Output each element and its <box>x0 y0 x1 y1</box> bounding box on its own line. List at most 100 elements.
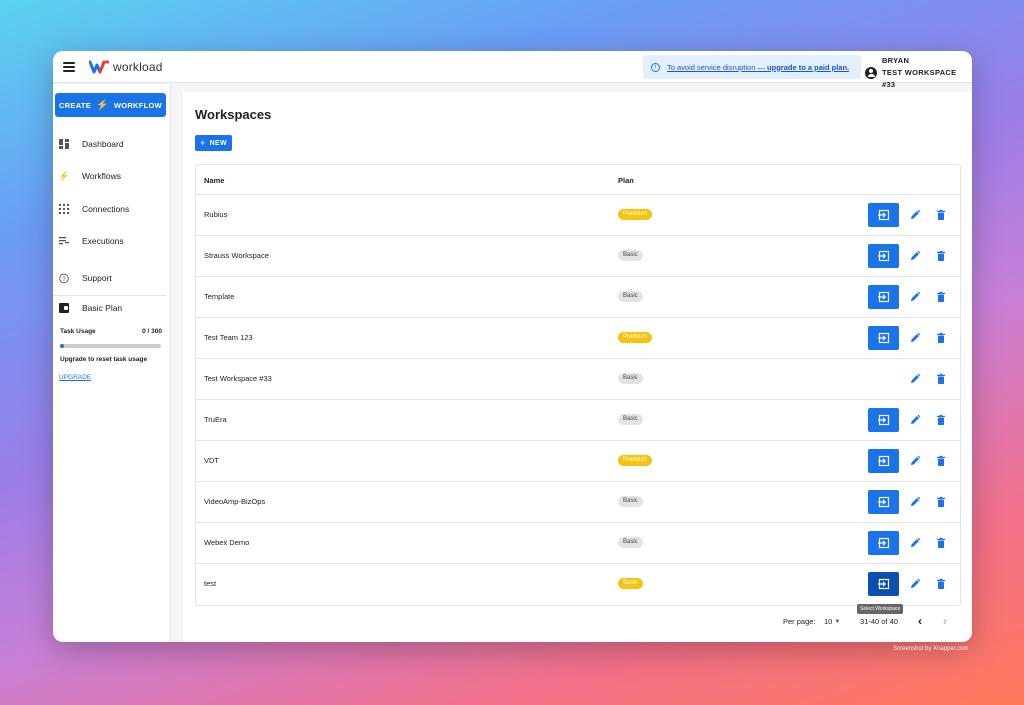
plan-badge: Basic <box>618 578 643 589</box>
page-range: 31-40 of 40 <box>860 617 898 626</box>
task-usage: Task Usage 0 / 300 <box>60 328 162 335</box>
plan-badge: Basic <box>618 291 643 302</box>
select-workspace-button[interactable] <box>868 203 899 227</box>
sidebar: CREATE ⚡ WORKFLOW Dashboard ⚡ Workflows … <box>53 84 171 642</box>
user-menu[interactable]: BRYAN TEST WORKSPACE #33 <box>865 55 972 91</box>
table-row: test Basic <box>196 564 960 605</box>
next-page-button[interactable]: › <box>943 614 947 628</box>
create-workflow-button[interactable]: CREATE ⚡ WORKFLOW <box>55 93 166 117</box>
delete-button[interactable] <box>935 332 947 344</box>
edit-button[interactable] <box>909 291 921 303</box>
per-page-select[interactable]: 10 ▼ <box>824 617 840 626</box>
info-icon: i <box>651 62 660 72</box>
delete-button[interactable] <box>935 291 947 303</box>
delete-button[interactable] <box>935 578 947 590</box>
user-name: BRYAN <box>881 56 910 65</box>
new-button-label: NEW <box>209 139 227 147</box>
table-row: Strauss Workspace Basic <box>196 236 960 277</box>
plan-badge: Basic <box>618 373 643 384</box>
menu-icon[interactable] <box>63 61 75 72</box>
table-row: Test Workspace #33 Basic <box>196 359 960 400</box>
workspaces-table: Name Plan Rubius Premium Strauss Workspace… <box>195 164 961 606</box>
sidebar-item-label: Executions <box>82 236 124 246</box>
delete-button[interactable] <box>935 250 947 262</box>
edit-button[interactable] <box>909 496 921 508</box>
pencil-icon <box>909 496 921 508</box>
table-row: Template Basic <box>196 277 960 318</box>
sidebar-item-executions[interactable]: Executions <box>53 231 171 251</box>
enter-icon <box>877 291 890 303</box>
sidebar-item-workflows[interactable]: ⚡ Workflows <box>53 166 171 186</box>
new-workspace-button[interactable]: + NEW <box>195 135 232 151</box>
plan-title: Basic Plan <box>53 303 122 313</box>
edit-button[interactable] <box>909 209 921 221</box>
sidebar-item-dashboard[interactable]: Dashboard <box>53 134 171 154</box>
workspace-name-cell: Rubius <box>204 210 228 219</box>
wallet-icon <box>59 303 69 313</box>
pencil-icon <box>909 455 921 467</box>
upgrade-link[interactable]: UPGRADE <box>59 374 91 381</box>
select-workspace-button[interactable] <box>868 244 899 268</box>
main-content: Workspaces + NEW Name Plan Rubius Premium… <box>183 92 972 642</box>
sidebar-item-label: Dashboard <box>82 139 124 149</box>
per-page-value: 10 <box>824 617 833 626</box>
trash-icon <box>935 250 947 262</box>
column-header-name: Name <box>204 176 225 185</box>
usage-label: Task Usage <box>60 328 96 335</box>
pencil-icon <box>909 537 921 549</box>
enter-icon <box>877 496 890 508</box>
enter-icon <box>877 455 890 467</box>
notice-link-bold: upgrade to a paid plan. <box>767 62 850 72</box>
delete-button[interactable] <box>935 414 947 426</box>
notice-text: To avoid service disruption — <box>667 62 768 72</box>
executions-icon <box>59 236 69 246</box>
workspace-name-cell: VideoAmp-BizOps <box>204 497 266 506</box>
workspace-name-cell: test <box>204 579 217 588</box>
table-header: Name Plan <box>196 165 960 195</box>
top-bar: workload i To avoid service disruption —… <box>53 51 972 89</box>
select-workspace-button[interactable] <box>868 449 899 473</box>
select-workspace-button[interactable] <box>868 531 899 555</box>
select-workspace-button[interactable] <box>868 408 899 432</box>
select-workspace-button[interactable] <box>868 572 899 596</box>
delete-button[interactable] <box>935 209 947 221</box>
sidebar-item-connections[interactable]: Connections <box>53 199 171 219</box>
logo[interactable]: workload <box>89 60 163 74</box>
trash-icon <box>935 332 947 344</box>
workspace-name-cell: Test Team 123 <box>204 333 253 342</box>
plan-badge: Basic <box>618 250 643 261</box>
trash-icon <box>935 291 947 303</box>
trash-icon <box>935 209 947 221</box>
select-workspace-button[interactable] <box>868 490 899 514</box>
edit-button[interactable] <box>909 537 921 549</box>
edit-button[interactable] <box>909 578 921 590</box>
delete-button[interactable] <box>935 455 947 467</box>
edit-button[interactable] <box>909 332 921 344</box>
select-workspace-button[interactable] <box>868 326 899 350</box>
connections-icon <box>59 204 69 214</box>
dashboard-icon <box>59 139 69 149</box>
workspace-name-cell: Webex Demo <box>204 538 250 547</box>
select-workspace-tooltip: Select Workspace <box>857 604 904 614</box>
notice-link[interactable]: To avoid service disruption — upgrade to… <box>667 63 849 72</box>
trash-icon <box>935 537 947 549</box>
prev-page-button[interactable]: ‹ <box>918 614 922 628</box>
edit-button[interactable] <box>909 455 921 467</box>
pencil-icon <box>909 414 921 426</box>
app-window: workload i To avoid service disruption —… <box>53 51 972 642</box>
sidebar-item-label: Workflows <box>82 171 122 181</box>
enter-icon <box>877 414 890 426</box>
edit-button[interactable] <box>909 414 921 426</box>
create-label: CREATE <box>58 100 92 110</box>
edit-button[interactable] <box>909 373 921 385</box>
delete-button[interactable] <box>935 373 947 385</box>
select-workspace-button[interactable] <box>868 285 899 309</box>
help-icon: ? <box>59 273 69 283</box>
delete-button[interactable] <box>935 537 947 549</box>
svg-text:?: ? <box>62 275 66 282</box>
sidebar-item-support[interactable]: ? Support <box>53 268 171 288</box>
delete-button[interactable] <box>935 496 947 508</box>
bolt-icon: ⚡ <box>96 99 109 111</box>
edit-button[interactable] <box>909 250 921 262</box>
sidebar-item-label: Connections <box>82 204 130 214</box>
